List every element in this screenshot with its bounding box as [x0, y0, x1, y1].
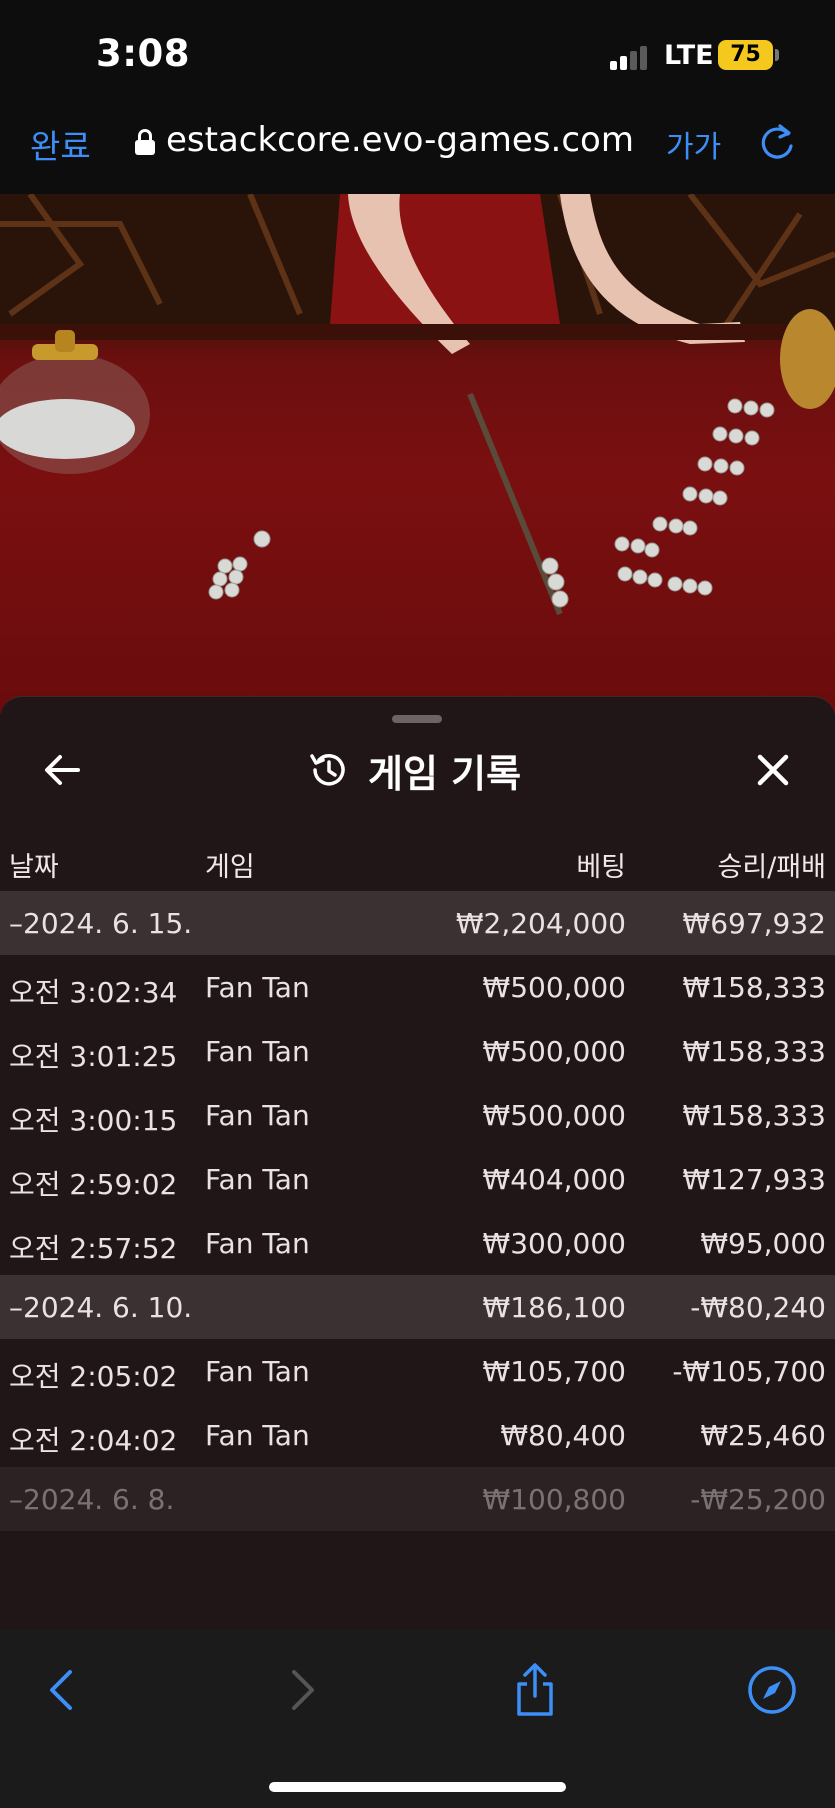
history-icon: [310, 754, 345, 786]
group-win-loss-total: -₩25,200: [690, 1483, 826, 1516]
lock-icon: [135, 129, 155, 155]
row-time: 오전 2:04:02: [9, 1424, 178, 1457]
reload-icon[interactable]: [758, 122, 798, 162]
row-win-loss: ₩158,333: [682, 1035, 826, 1068]
date-group-row[interactable]: –2024. 6. 10. ₩186,100 -₩80,240: [0, 1275, 835, 1339]
forward-icon[interactable]: [272, 1660, 332, 1720]
row-game: Fan Tan: [205, 971, 310, 1004]
group-date: –2024. 6. 10.: [9, 1291, 193, 1324]
cellular-signal-icon: [610, 44, 650, 70]
text-size-button[interactable]: 가가: [666, 122, 721, 166]
column-header-win-loss: 승리/패배: [717, 852, 826, 883]
group-bet-total: ₩100,800: [482, 1483, 626, 1516]
share-icon[interactable]: [505, 1660, 565, 1720]
row-win-loss: ₩95,000: [700, 1227, 826, 1260]
table-header: 날짜 게임 베팅 승리/패배: [0, 837, 835, 887]
row-bet: ₩300,000: [482, 1227, 626, 1260]
address-field[interactable]: estackcore.evo-games.com: [166, 120, 634, 160]
row-win-loss: ₩127,933: [682, 1163, 826, 1196]
row-bet: ₩500,000: [482, 971, 626, 1004]
table-row[interactable]: 오전 2:59:02 Fan Tan ₩404,000 ₩127,933: [0, 1147, 835, 1211]
table-row[interactable]: 오전 2:57:52 Fan Tan ₩300,000 ₩95,000: [0, 1211, 835, 1275]
table-row[interactable]: 오전 3:01:25 Fan Tan ₩500,000 ₩158,333: [0, 1019, 835, 1083]
group-win-loss-total: ₩697,932: [682, 907, 826, 940]
back-arrow-icon[interactable]: [38, 745, 88, 795]
game-history-sheet: 게임 기록 날짜 게임 베팅 승리/패배 –2024. 6. 15. ₩2,20…: [0, 696, 835, 1630]
row-time: 오전 2:57:52: [9, 1232, 178, 1265]
compass-icon[interactable]: [742, 1660, 802, 1720]
row-game: Fan Tan: [205, 1163, 310, 1196]
status-bar: 3:08 LTE 75: [0, 0, 835, 96]
sheet-header: 게임 기록: [306, 747, 521, 796]
row-game: Fan Tan: [205, 1355, 310, 1388]
history-table: –2024. 6. 15. ₩2,204,000 ₩697,932 오전 3:0…: [0, 891, 835, 1531]
date-group-row[interactable]: –2024. 6. 15. ₩2,204,000 ₩697,932: [0, 891, 835, 955]
table-row[interactable]: 오전 3:02:34 Fan Tan ₩500,000 ₩158,333: [0, 955, 835, 1019]
sheet-title: 게임 기록: [368, 751, 522, 796]
battery-cap: [775, 49, 779, 61]
row-time: 오전 2:05:02: [9, 1360, 178, 1393]
row-bet: ₩500,000: [482, 1035, 626, 1068]
row-time: 오전 3:00:15: [9, 1104, 178, 1137]
done-button[interactable]: 완료: [30, 120, 91, 168]
table-row[interactable]: 오전 2:04:02 Fan Tan ₩80,400 ₩25,460: [0, 1403, 835, 1467]
table-row[interactable]: 오전 3:00:15 Fan Tan ₩500,000 ₩158,333: [0, 1083, 835, 1147]
row-win-loss: ₩158,333: [682, 971, 826, 1004]
column-header-bet: 베팅: [576, 852, 626, 883]
column-header-game: 게임: [205, 852, 255, 883]
row-win-loss: -₩105,700: [672, 1355, 826, 1388]
row-game: Fan Tan: [205, 1099, 310, 1132]
row-game: Fan Tan: [205, 1227, 310, 1260]
network-type: LTE: [664, 40, 714, 71]
back-icon[interactable]: [32, 1660, 92, 1720]
group-date: –2024. 6. 15.: [9, 907, 193, 940]
live-video-stream: [0, 194, 835, 714]
column-header-date: 날짜: [9, 852, 59, 883]
group-bet-total: ₩186,100: [482, 1291, 626, 1324]
row-time: 오전 2:59:02: [9, 1168, 178, 1201]
browser-url-bar: 완료 estackcore.evo-games.com 가가: [0, 96, 835, 194]
group-bet-total: ₩2,204,000: [455, 907, 626, 940]
row-game: Fan Tan: [205, 1419, 310, 1452]
group-date: –2024. 6. 8.: [9, 1483, 175, 1516]
row-bet: ₩105,700: [482, 1355, 626, 1388]
row-bet: ₩500,000: [482, 1099, 626, 1132]
clock: 3:08: [96, 32, 191, 75]
sheet-grabber[interactable]: [392, 715, 442, 723]
row-time: 오전 3:01:25: [9, 1040, 178, 1073]
row-bet: ₩404,000: [482, 1163, 626, 1196]
row-win-loss: ₩25,460: [700, 1419, 826, 1452]
group-win-loss-total: -₩80,240: [690, 1291, 826, 1324]
row-game: Fan Tan: [205, 1035, 310, 1068]
battery-level: 75: [730, 42, 761, 67]
close-icon[interactable]: [748, 745, 798, 795]
row-bet: ₩80,400: [500, 1419, 626, 1452]
row-time: 오전 3:02:34: [9, 976, 178, 1009]
home-indicator[interactable]: [269, 1782, 566, 1792]
date-group-row[interactable]: –2024. 6. 8. ₩100,800 -₩25,200: [0, 1467, 835, 1531]
table-row[interactable]: 오전 2:05:02 Fan Tan ₩105,700 -₩105,700: [0, 1339, 835, 1403]
row-win-loss: ₩158,333: [682, 1099, 826, 1132]
battery-icon: 75: [718, 40, 773, 70]
